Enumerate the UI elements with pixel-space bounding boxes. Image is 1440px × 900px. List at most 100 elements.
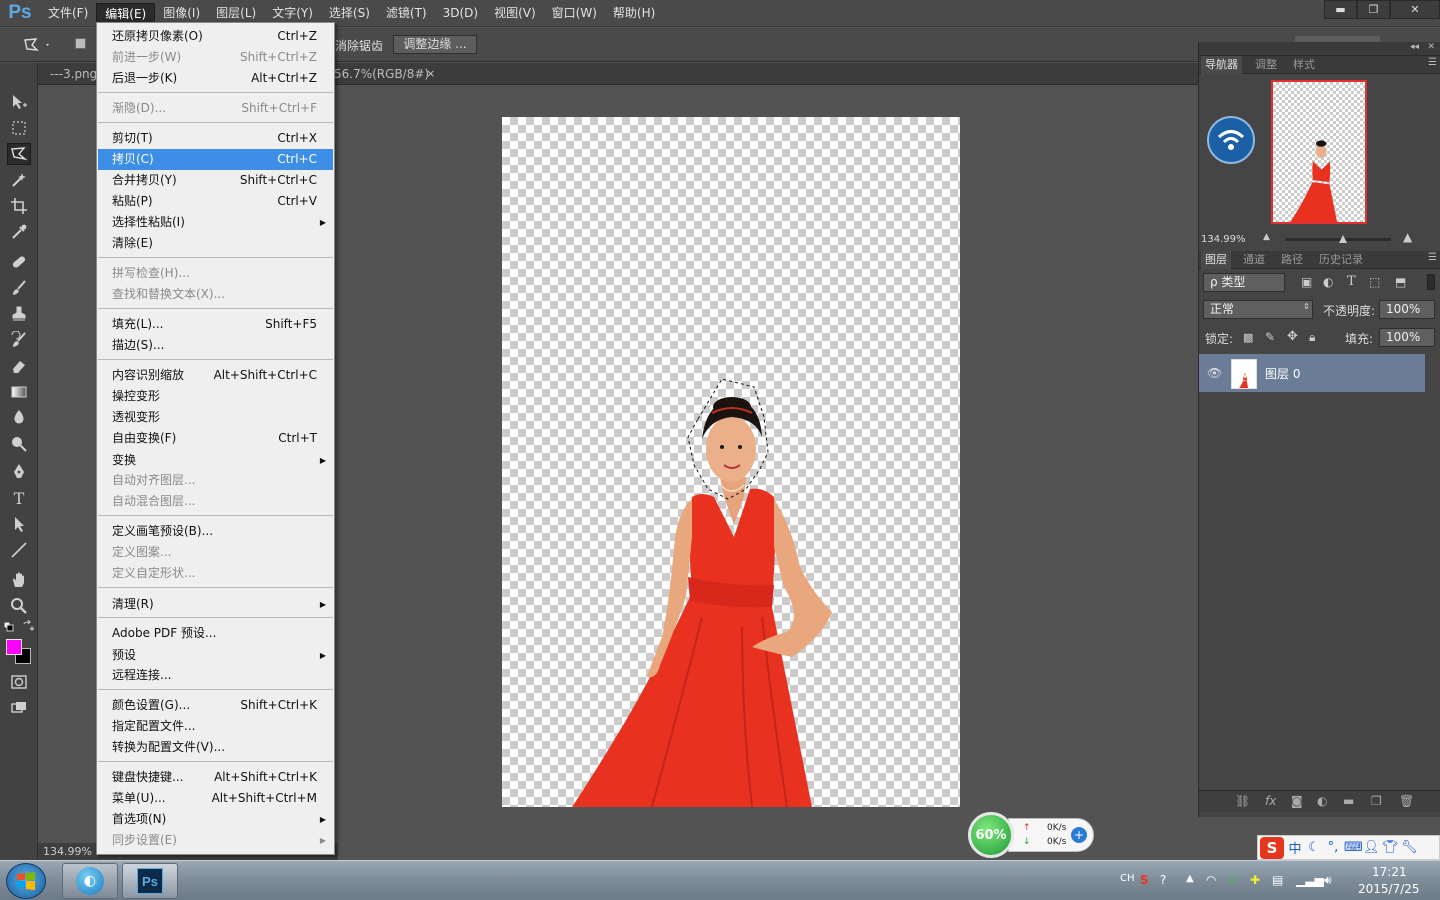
signal-tray-icon[interactable]: ▁▃▅ — [1296, 873, 1324, 887]
volume-tray-icon[interactable]: 🔊︎ — [1324, 873, 1332, 888]
user-icon[interactable]: 👤︎ — [1363, 840, 1380, 855]
start-button[interactable] — [6, 863, 46, 899]
eyedropper-tool-icon[interactable] — [7, 221, 31, 243]
tab-history[interactable]: 历史记录 — [1319, 251, 1363, 269]
zoom-slider-handle[interactable] — [1339, 235, 1347, 243]
filter-shape-icon[interactable]: ⬚ — [1369, 275, 1380, 289]
panel-menu-icon[interactable]: ☰ — [1428, 57, 1437, 68]
menu-item-fade[interactable]: 渐隐(D)... Shift+Ctrl+F — [98, 98, 333, 119]
menu-item-define-pattern[interactable]: 定义图案... — [98, 542, 333, 563]
menu-item-sync-settings[interactable]: 同步设置(E) ▶ — [98, 830, 333, 851]
default-colors-icon[interactable] — [3, 621, 14, 632]
eraser-tool-icon[interactable] — [7, 355, 31, 377]
menu-item-find-replace[interactable]: 查找和替换文本(X)... — [98, 284, 333, 305]
menu-item-perspective-warp[interactable]: 透视变形 — [98, 407, 333, 428]
menu-item-convert-profile[interactable]: 转换为配置文件(V)... — [98, 737, 333, 758]
show-hidden-icons-icon[interactable]: ▲ — [1186, 873, 1194, 884]
menu-item-define-shape[interactable]: 定义自定形状... — [98, 563, 333, 584]
menu-item-step-forward[interactable]: 前进一步(W) Shift+Ctrl+Z — [98, 47, 333, 68]
dodge-tool-icon[interactable] — [7, 433, 31, 455]
tray-app-icon[interactable]: ✚ — [1250, 873, 1260, 887]
menu-item-assign-profile[interactable]: 指定配置文件... — [98, 716, 333, 737]
menu-edit[interactable]: 编辑(E) — [96, 2, 156, 24]
layer-filter-select[interactable]: ρ 类型 — [1203, 273, 1285, 292]
crop-tool-icon[interactable] — [7, 195, 31, 217]
taskbar-photoshop-button[interactable]: Ps — [122, 863, 178, 899]
layer-row[interactable]: 👁︎ 图层 0 — [1199, 354, 1425, 392]
minimize-button[interactable]: ▬ — [1324, 0, 1357, 19]
clone-stamp-tool-icon[interactable] — [7, 303, 31, 325]
zoom-readout[interactable]: 134.99% — [43, 845, 92, 858]
document-tab-1[interactable]: ---3.png — [50, 63, 97, 85]
menu-item-stroke[interactable]: 描边(S)... — [98, 335, 333, 356]
blend-mode-select[interactable]: 正常 — [1203, 300, 1313, 319]
type-tool-icon[interactable]: T — [7, 487, 31, 509]
lock-transparent-icon[interactable]: ▩ — [1243, 331, 1253, 344]
document-canvas[interactable] — [502, 117, 960, 807]
speed-plus-button[interactable]: + — [1071, 827, 1087, 843]
network-tray-icon[interactable]: ▤ — [1272, 873, 1283, 887]
menu-image[interactable]: 图像(I) — [155, 3, 208, 24]
tools-icon[interactable]: 🔧︎ — [1401, 840, 1418, 855]
input-language-indicator[interactable]: CH — [1120, 873, 1135, 884]
brush-tool-icon[interactable] — [7, 277, 31, 299]
layer-name[interactable]: 图层 0 — [1265, 365, 1300, 382]
filter-smart-icon[interactable]: ⬒ — [1395, 275, 1406, 289]
tab-styles[interactable]: 样式 — [1293, 56, 1315, 74]
magic-wand-tool-icon[interactable] — [7, 169, 31, 191]
keyboard-icon[interactable]: ⌨ — [1344, 840, 1363, 855]
pen-tool-icon[interactable] — [7, 461, 31, 483]
ime-mode-toggle[interactable]: 中 — [1287, 838, 1303, 857]
healing-brush-tool-icon[interactable] — [7, 251, 31, 273]
half-width-icon[interactable]: ☾ — [1306, 840, 1322, 855]
path-selection-tool-icon[interactable] — [7, 513, 31, 535]
layer-style-icon[interactable]: fx — [1265, 794, 1276, 808]
sogou-logo[interactable]: S — [1260, 836, 1284, 859]
menu-item-purge[interactable]: 清理(R) ▶ — [98, 594, 333, 615]
document-tab-2[interactable]: 56.7%(RGB/8#) — [334, 63, 429, 85]
memory-usage-badge[interactable]: 60% — [968, 812, 1014, 858]
tab-close-icon[interactable]: × — [426, 63, 435, 85]
tab-layers[interactable]: 图层 — [1201, 251, 1231, 269]
lock-all-icon[interactable]: 🔒︎ — [1309, 330, 1315, 345]
close-button[interactable]: ✕ — [1390, 0, 1440, 19]
filter-toggle[interactable] — [1427, 274, 1435, 290]
menu-item-presets[interactable]: 预设 ▶ — [98, 645, 333, 666]
navigator-zoom-value[interactable]: 134.99% — [1201, 234, 1246, 245]
menu-item-clear[interactable]: 清除(E) — [98, 233, 333, 254]
menu-item-pdf-presets[interactable]: Adobe PDF 预设... — [98, 623, 333, 644]
screen-mode-icon[interactable] — [7, 697, 31, 719]
menu-window[interactable]: 窗口(W) — [544, 3, 605, 24]
marquee-tool-icon[interactable] — [7, 117, 31, 139]
menu-item-transform[interactable]: 变换 ▶ — [98, 450, 333, 471]
zoom-in-icon[interactable]: ▲ — [1403, 230, 1412, 244]
move-tool-icon[interactable] — [7, 91, 31, 113]
clock-time[interactable]: 17:21 — [1372, 865, 1407, 879]
menu-item-paste-special[interactable]: 选择性粘贴(I) ▶ — [98, 212, 333, 233]
new-layer-icon[interactable]: ❐ — [1371, 794, 1382, 808]
menu-item-copy[interactable]: 拷贝(C) Ctrl+C — [98, 149, 333, 170]
wifi-icon[interactable] — [1207, 116, 1255, 164]
menu-item-copy-merged[interactable]: 合并拷贝(Y) Shift+Ctrl+C — [98, 170, 333, 191]
delete-layer-icon[interactable]: 🗑︎ — [1399, 794, 1414, 808]
menu-select[interactable]: 选择(S) — [321, 3, 378, 24]
opacity-input[interactable]: 100% — [1379, 300, 1435, 319]
filter-pixel-icon[interactable]: ▣ — [1301, 275, 1312, 289]
anti-alias-checkbox-label[interactable]: 消除锯齿 — [335, 37, 383, 54]
menu-item-content-aware-scale[interactable]: 内容识别缩放 Alt+Shift+Ctrl+C — [98, 365, 333, 386]
filter-type-icon[interactable]: T — [1347, 274, 1356, 289]
menu-item-fill[interactable]: 填充(L)... Shift+F5 — [98, 314, 333, 335]
menu-item-cut[interactable]: 剪切(T) Ctrl+X — [98, 128, 333, 149]
lock-image-icon[interactable]: ✎ — [1265, 330, 1275, 344]
hand-tool-icon[interactable] — [7, 569, 31, 591]
network-speed-widget[interactable]: ↑ ↓ 0K/s 0K/s + 60% — [968, 812, 1094, 858]
menu-item-step-backward[interactable]: 后退一步(K) Alt+Ctrl+Z — [98, 68, 333, 89]
tab-navigator[interactable]: 导航器 — [1201, 56, 1242, 74]
restore-button[interactable]: ❐ — [1357, 0, 1390, 19]
panel-menu-icon[interactable]: ☰ — [1428, 252, 1437, 263]
tab-adjustments[interactable]: 调整 — [1255, 56, 1277, 74]
visibility-eye-icon[interactable]: 👁︎ — [1207, 366, 1222, 380]
foreground-color-swatch[interactable] — [6, 639, 22, 655]
new-group-icon[interactable]: ▬ — [1343, 794, 1354, 808]
skin-icon[interactable]: 👕︎ — [1382, 840, 1399, 855]
